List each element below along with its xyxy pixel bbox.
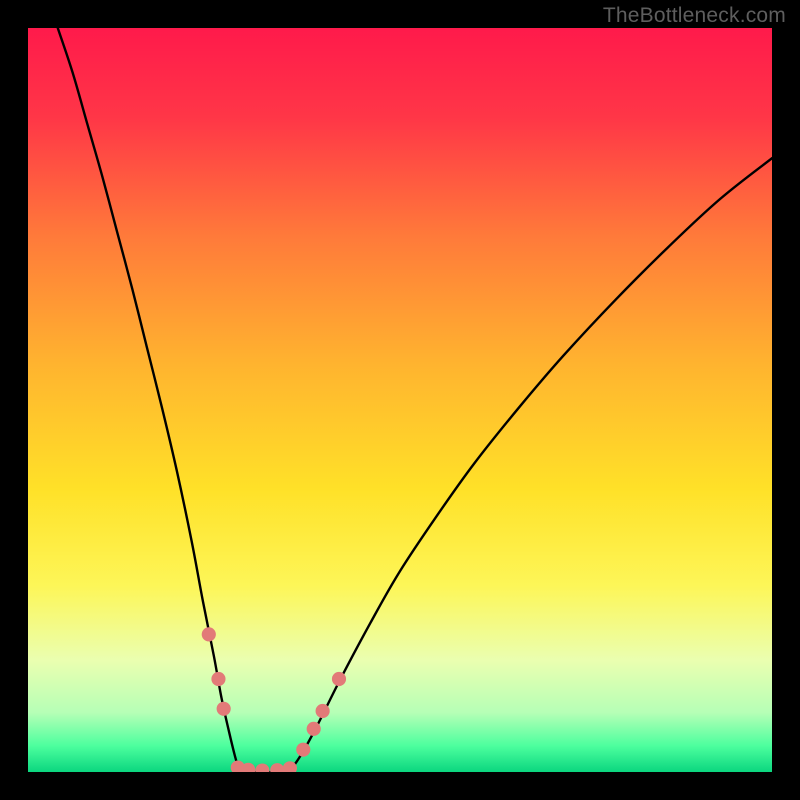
chart-frame: TheBottleneck.com bbox=[0, 0, 800, 800]
watermark-text: TheBottleneck.com bbox=[603, 4, 786, 28]
gradient-bg bbox=[28, 28, 772, 772]
plot-area bbox=[28, 28, 772, 772]
trough-marker bbox=[296, 743, 310, 757]
trough-marker bbox=[211, 672, 225, 686]
trough-marker bbox=[307, 722, 321, 736]
chart-svg bbox=[28, 28, 772, 772]
trough-marker bbox=[316, 704, 330, 718]
trough-marker bbox=[202, 627, 216, 641]
trough-marker bbox=[217, 702, 231, 716]
trough-marker bbox=[332, 672, 346, 686]
